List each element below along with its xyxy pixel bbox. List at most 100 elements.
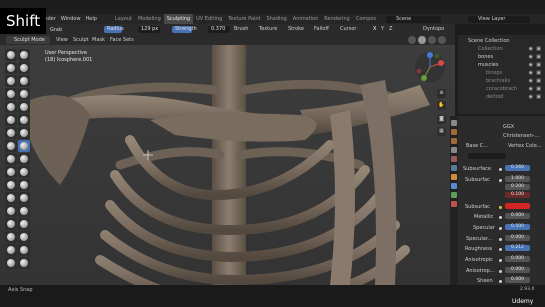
material-shading-icon[interactable]: [428, 36, 436, 44]
metallic-field[interactable]: 0.000: [505, 213, 530, 219]
roughness-field[interactable]: 0.212: [505, 245, 530, 251]
multires-tool[interactable]: [18, 218, 30, 230]
subsurface-color-swatch[interactable]: [505, 203, 530, 209]
grab-tool[interactable]: [18, 140, 30, 152]
outliner-row[interactable]: Collection ◉ ▣: [458, 45, 545, 53]
distribution-dropdown[interactable]: GGX: [503, 124, 514, 130]
render-tab-icon[interactable]: [451, 129, 457, 135]
pose-tool[interactable]: [5, 166, 17, 178]
snake-hook-tool[interactable]: [5, 153, 17, 165]
subsurface-field[interactable]: 0.160: [505, 165, 530, 171]
thumb-tool[interactable]: [18, 153, 30, 165]
vertex-color-field[interactable]: Vertex Colo...: [508, 143, 541, 149]
menu-help[interactable]: Help: [86, 16, 97, 22]
boundary-tool[interactable]: [5, 192, 17, 204]
menu-sculpt[interactable]: Sculpt: [73, 35, 89, 45]
mesh-filter-tool[interactable]: [18, 244, 30, 256]
falloff-menu[interactable]: Falloff: [314, 26, 329, 33]
material-tab-icon[interactable]: [451, 201, 457, 207]
camera-view-icon[interactable]: ◙: [437, 115, 446, 124]
radius-label[interactable]: Radius: [104, 26, 124, 33]
rendered-shading-icon[interactable]: [438, 36, 446, 44]
pan-hand-icon[interactable]: ✋: [437, 101, 446, 110]
lasso-mask-tool[interactable]: [18, 231, 30, 243]
visibility-eye-icon[interactable]: ◉: [529, 61, 533, 69]
menu-view[interactable]: View: [56, 35, 68, 45]
wireframe-shading-icon[interactable]: [408, 36, 416, 44]
specular-tint-field[interactable]: 0.000: [505, 235, 530, 241]
inflate-tool[interactable]: [18, 75, 30, 87]
subsurface-method-dropdown[interactable]: Christensen-...: [503, 133, 539, 139]
menu-face-sets[interactable]: Face Sets: [110, 35, 134, 45]
zoom-icon[interactable]: ⊕: [437, 89, 446, 98]
draw-sharp-tool[interactable]: [18, 49, 30, 61]
pinch-tool[interactable]: [18, 127, 30, 139]
visibility-eye-icon[interactable]: ◉: [529, 69, 533, 77]
clay-tool[interactable]: [5, 62, 17, 74]
radius-field[interactable]: 129 px: [138, 26, 160, 33]
tab-rendering[interactable]: Rendering: [321, 14, 353, 24]
scene-tab-icon[interactable]: [451, 156, 457, 162]
socket-dot[interactable]: [499, 179, 502, 182]
line-project-tool[interactable]: [5, 244, 17, 256]
outliner-row[interactable]: coracobrach ◉ ▣: [458, 85, 545, 93]
cloth-tool[interactable]: [18, 192, 30, 204]
nudge-tool[interactable]: [18, 166, 30, 178]
transform-tool[interactable]: [5, 257, 17, 269]
annotate-tool[interactable]: [18, 257, 30, 269]
smooth-tool[interactable]: [5, 101, 17, 113]
texture-menu[interactable]: Texture: [259, 26, 277, 33]
multiplane-scrape-tool[interactable]: [5, 127, 17, 139]
subsurface-radius-x[interactable]: 1.000: [505, 176, 530, 182]
dyntopo-toggle[interactable]: Dyntopo: [423, 26, 444, 33]
sheen-field[interactable]: 0.000: [505, 277, 530, 283]
draw-face-sets-tool[interactable]: [5, 218, 17, 230]
flatten-tool[interactable]: [18, 101, 30, 113]
socket-dot[interactable]: [499, 227, 502, 230]
brush-menu[interactable]: Brush: [234, 26, 248, 33]
tab-animation[interactable]: Animation: [290, 14, 322, 24]
socket-dot[interactable]: [499, 216, 502, 219]
slide-relax-tool[interactable]: [18, 179, 30, 191]
subsurface-radius-y[interactable]: 0.200: [505, 184, 530, 190]
tab-layout[interactable]: Layout: [112, 14, 135, 24]
symmetry-x[interactable]: X: [373, 26, 376, 33]
camera-icon[interactable]: ▣: [536, 53, 541, 61]
view-layer-selector[interactable]: View Layer: [468, 16, 530, 23]
simplify-tool[interactable]: [5, 205, 17, 217]
camera-icon[interactable]: ▣: [536, 85, 541, 93]
cursor-menu[interactable]: Cursor: [340, 26, 356, 33]
visibility-eye-icon[interactable]: ◉: [529, 77, 533, 85]
tab-uv-editing[interactable]: UV Editing: [193, 14, 225, 24]
tab-shading[interactable]: Shading: [263, 14, 289, 24]
tab-compositing[interactable]: Compos: [353, 14, 379, 24]
object-tab-icon[interactable]: [451, 174, 457, 180]
brush-name[interactable]: Grab: [50, 27, 62, 33]
socket-dot[interactable]: [499, 248, 502, 251]
symmetry-z[interactable]: Z: [389, 26, 392, 33]
data-tab-icon[interactable]: [451, 192, 457, 198]
modifier-tab-icon[interactable]: [451, 183, 457, 189]
outliner-row[interactable]: biceps ◉ ▣: [458, 69, 545, 77]
outliner-row[interactable]: bones ◉ ▣: [458, 53, 545, 61]
specular-field[interactable]: 0.500: [505, 224, 530, 230]
strength-field[interactable]: 0.370: [208, 26, 230, 33]
layer-tool[interactable]: [5, 75, 17, 87]
tab-modeling[interactable]: Modeling: [135, 14, 164, 24]
outliner-row[interactable]: deltoid ◉ ▣: [458, 93, 545, 101]
camera-icon[interactable]: ▣: [536, 93, 541, 101]
box-mask-tool[interactable]: [5, 231, 17, 243]
tool-tab-icon[interactable]: [451, 120, 457, 126]
elastic-deform-tool[interactable]: [5, 140, 17, 152]
clay-strips-tool[interactable]: [18, 62, 30, 74]
camera-icon[interactable]: ▣: [536, 61, 541, 69]
crease-tool[interactable]: [18, 88, 30, 100]
outliner-row[interactable]: Scene Collection: [458, 37, 545, 45]
scrape-tool[interactable]: [18, 114, 30, 126]
scene-selector[interactable]: Scene: [386, 16, 441, 23]
output-tab-icon[interactable]: [451, 138, 457, 144]
visibility-eye-icon[interactable]: ◉: [529, 93, 533, 101]
outliner-row[interactable]: brachialis ◉ ▣: [458, 77, 545, 85]
socket-dot[interactable]: [499, 280, 502, 283]
anisotropic-rotation-field[interactable]: 0.000: [505, 267, 530, 273]
